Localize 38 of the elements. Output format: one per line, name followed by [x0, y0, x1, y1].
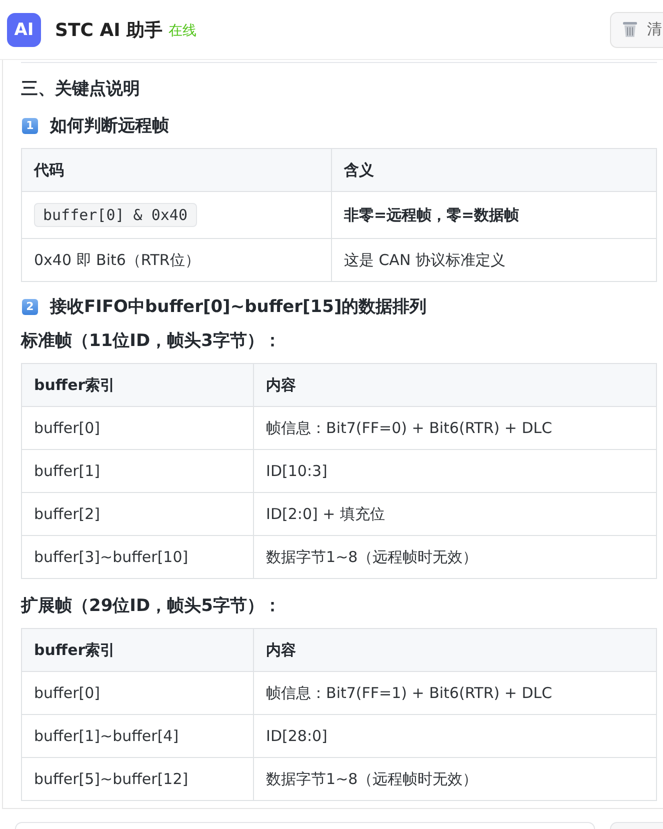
table-caption: 标准帧（11位ID，帧头3字节）：: [21, 330, 282, 353]
clear-button[interactable]: 清: [610, 12, 663, 48]
table-cell: 数据字节1~8（远程帧时无效）: [254, 536, 656, 578]
column-header: 内容: [254, 628, 656, 672]
table-cell: buffer[0]: [22, 406, 254, 450]
number-keycap: 1: [22, 118, 38, 134]
subsection-heading: 如何判断远程帧: [50, 115, 169, 138]
table-cell: buffer[2]: [22, 492, 254, 536]
column-header: 代码: [22, 148, 332, 192]
number-keycap: 2: [22, 299, 38, 315]
column-header: 内容: [254, 364, 656, 406]
online-status: 在线: [168, 22, 197, 40]
app-logo: AI: [7, 12, 41, 46]
column-header: buffer索引: [22, 628, 254, 672]
trash-icon: [622, 21, 638, 38]
subsection-heading: 接收FIFO中buffer[0]~buffer[15]的数据排列: [50, 296, 427, 319]
table-cell: buffer[1]: [22, 450, 254, 492]
column-header: buffer索引: [22, 364, 254, 406]
table-cell: 数据字节1~8（远程帧时无效）: [254, 758, 656, 800]
table-cell: buffer[0]: [22, 672, 254, 714]
app-title: STC AI 助手: [55, 18, 163, 42]
table-cell: 非零=远程帧，零=数据帧: [331, 192, 656, 238]
code-snippet: buffer[0] & 0x40: [34, 203, 196, 227]
message-input-field[interactable]: [15, 822, 595, 829]
table-cell: 帧信息：Bit7(FF=0) + Bit6(RTR) + DLC: [254, 406, 656, 450]
table-cell: buffer[1]~buffer[4]: [22, 714, 254, 758]
table-cell: buffer[5]~buffer[12]: [22, 758, 254, 800]
table-cell: ID[10:3]: [254, 450, 656, 492]
column-header: 含义: [331, 148, 656, 192]
action-button[interactable]: [610, 822, 663, 829]
table-cell: 帧信息：Bit7(FF=1) + Bit6(RTR) + DLC: [254, 672, 656, 714]
table-cell: 这是 CAN 协议标准定义: [331, 238, 656, 282]
table-cell: ID[2:0] + 填充位: [254, 492, 656, 536]
table-cell: 0x40 即 Bit6（RTR位）: [22, 238, 332, 282]
table-cell: ID[28:0]: [254, 714, 656, 758]
table-caption: 扩展帧（29位ID，帧头5字节）：: [21, 595, 282, 618]
section-heading: 三、关键点说明: [21, 78, 141, 101]
table-cell: buffer[3]~buffer[10]: [22, 536, 254, 578]
